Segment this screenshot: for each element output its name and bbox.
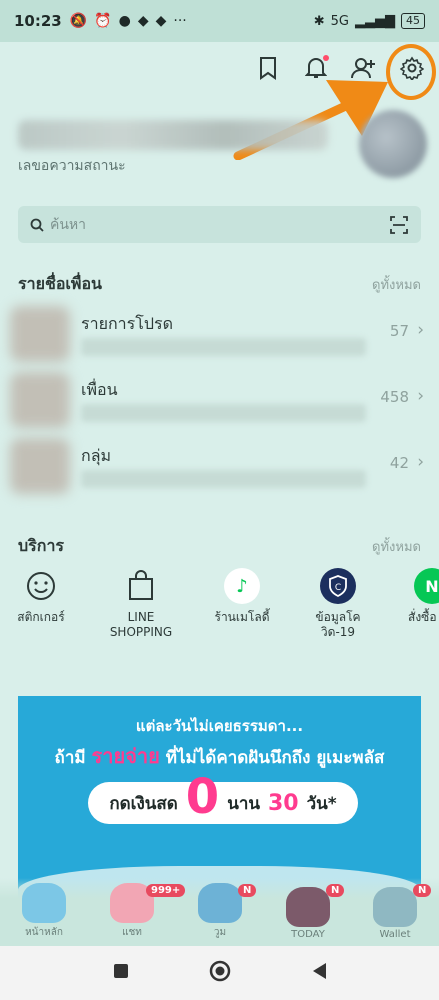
- favorites-row[interactable]: รายการโปรด 57 ›: [0, 306, 439, 366]
- row-label: เพื่อน: [81, 380, 118, 399]
- banner-offer-pill: กดเงินสด 0 นาน 30 วัน*: [88, 769, 358, 825]
- row-thumbnail: [10, 372, 70, 428]
- voom-character-icon: [198, 883, 242, 923]
- service-order[interactable]: N สั่งซื้อ: [388, 568, 439, 625]
- row-label: กลุ่ม: [81, 446, 112, 465]
- nav-home[interactable]: หน้าหลัก: [0, 883, 88, 940]
- friends-row[interactable]: เพื่อน 458 ›: [0, 372, 439, 432]
- service-stickers[interactable]: สติกเกอร์: [0, 568, 86, 625]
- service-covid-info[interactable]: C ข้อมูลโค วิด-19: [293, 568, 383, 640]
- game-icon: ◆: [137, 13, 149, 29]
- home-character-icon: [22, 883, 66, 923]
- row-thumbnail: [10, 306, 70, 362]
- row-count: 458: [380, 388, 409, 406]
- signal-icon: ▂▃▅▇: [355, 13, 395, 29]
- banner-subheadline: ถ้ามี รายจ่าย ที่ไม่ได้คาดฝันนึกถึง ยูเม…: [54, 744, 385, 768]
- services-list: สติกเกอร์ LINE SHOPPING ♪ ร้านเมโลดี้ C …: [0, 568, 439, 648]
- nav-label: แชท: [122, 927, 142, 938]
- covid-shield-icon: C: [320, 568, 356, 604]
- services-see-all-link[interactable]: ดูทั้งหมด: [372, 536, 421, 557]
- android-navigation-bar: [0, 946, 439, 1000]
- row-count: 57: [389, 322, 409, 340]
- more-icon: ···: [173, 13, 187, 29]
- settings-highlight-circle: [386, 44, 436, 100]
- service-label: สั่งซื้อ: [408, 610, 437, 624]
- battery-icon: 45: [401, 13, 425, 29]
- home-icon[interactable]: [209, 960, 231, 986]
- chat-icon: ●: [118, 13, 131, 29]
- wallet-new-badge: N: [413, 884, 432, 897]
- nav-label: หน้าหลัก: [25, 927, 63, 938]
- service-label: ข้อมูลโค วิด-19: [315, 610, 361, 639]
- alarm-icon: ⏰: [94, 13, 112, 29]
- chevron-right-icon: ›: [417, 452, 424, 472]
- service-label: LINE SHOPPING: [109, 610, 173, 639]
- today-character-icon: [286, 887, 330, 927]
- avatar[interactable]: [359, 110, 427, 178]
- n-icon: N: [414, 568, 439, 604]
- row-count: 42: [389, 454, 409, 472]
- qr-scan-icon[interactable]: [389, 215, 409, 235]
- chevron-right-icon: ›: [417, 386, 424, 406]
- notification-dot: [323, 55, 329, 61]
- search-icon: [30, 218, 44, 232]
- service-melody-shop[interactable]: ♪ ร้านเมโลดี้: [197, 568, 287, 625]
- status-notification-icons: 🔕 ⏰ ● ◆ ◆ ···: [70, 13, 187, 29]
- status-system-icons: ✱ 5G ▂▃▅▇ 45: [314, 13, 425, 29]
- services-title: บริการ: [18, 536, 65, 555]
- bluetooth-icon: ✱: [313, 13, 325, 29]
- services-section-header: บริการ ดูทั้งหมด: [18, 534, 421, 559]
- friends-title: รายชื่อเพื่อน: [18, 274, 102, 293]
- game-icon: ◆: [155, 13, 167, 29]
- bottom-navigation: หน้าหลัก แชท 999+ วูม N TODAY N Wallet N: [0, 878, 439, 946]
- friends-section-header: รายชื่อเพื่อน ดูทั้งหมด: [18, 272, 421, 297]
- service-label: ร้านเมโลดี้: [214, 610, 270, 624]
- network-label: 5G: [330, 13, 349, 29]
- voom-new-badge: N: [238, 884, 257, 897]
- mute-icon: 🔕: [69, 13, 88, 29]
- friends-see-all-link[interactable]: ดูทั้งหมด: [372, 274, 421, 295]
- status-message[interactable]: เลขอความสถานะ: [18, 155, 126, 177]
- row-preview-blurred: [81, 470, 366, 488]
- row-label: รายการโปรด: [81, 314, 173, 333]
- row-thumbnail: [10, 438, 70, 494]
- status-time: 10:23: [14, 12, 62, 30]
- service-line-shopping[interactable]: LINE SHOPPING: [96, 568, 186, 640]
- smiley-icon: [23, 568, 59, 604]
- chevron-right-icon: ›: [417, 320, 424, 340]
- recents-icon[interactable]: [113, 963, 129, 983]
- today-new-badge: N: [326, 884, 345, 897]
- shopping-bag-icon: [123, 568, 159, 604]
- search-bar[interactable]: ค้นหา: [18, 206, 421, 243]
- melody-icon: ♪: [224, 568, 260, 604]
- nav-label: TODAY: [291, 929, 325, 940]
- back-icon[interactable]: [311, 962, 327, 984]
- row-preview-blurred: [81, 338, 366, 356]
- banner-headline: แต่ละวันไม่เคยธรรมดา...: [135, 717, 304, 735]
- nav-label: Wallet: [379, 929, 411, 940]
- nav-label: วูม: [213, 927, 227, 938]
- wallet-character-icon: [373, 887, 417, 927]
- svg-text:C: C: [335, 583, 341, 593]
- groups-row[interactable]: กลุ่ม 42 ›: [0, 438, 439, 498]
- profile-name-blurred[interactable]: [18, 120, 328, 150]
- search-input[interactable]: ค้นหา: [50, 214, 389, 236]
- row-preview-blurred: [81, 404, 366, 422]
- status-bar: 10:23 🔕 ⏰ ● ◆ ◆ ··· ✱ 5G ▂▃▅▇ 45: [0, 0, 439, 42]
- service-label: สติกเกอร์: [17, 610, 65, 624]
